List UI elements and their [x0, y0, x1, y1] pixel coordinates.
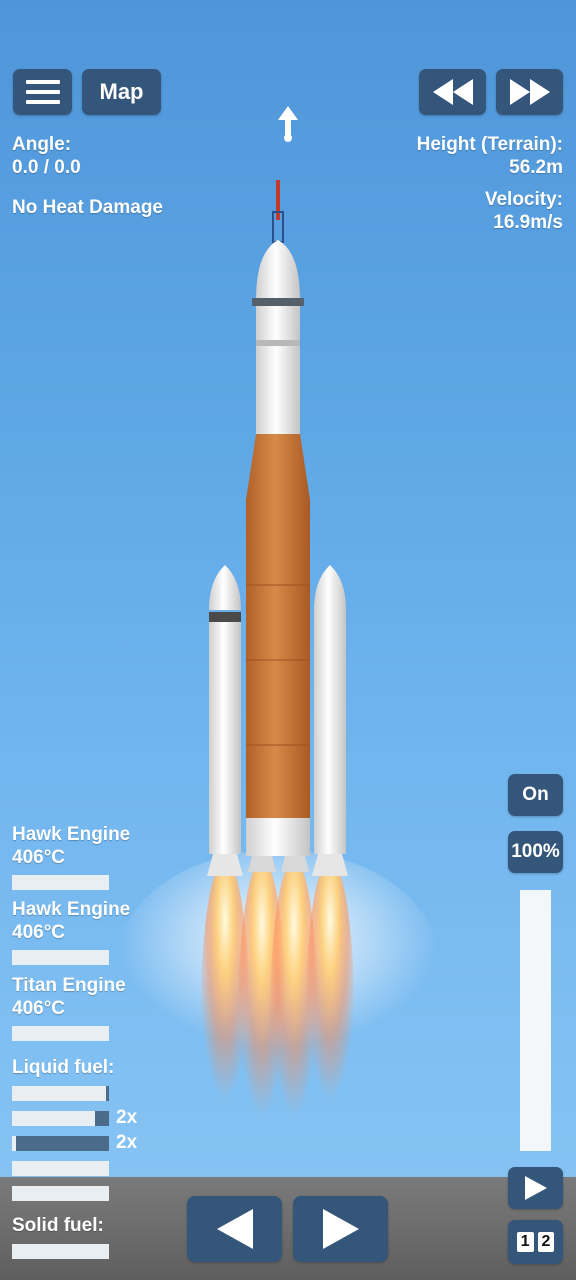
engine-3-heat-bar: [12, 1026, 109, 1041]
fuel-multiplier: 2x: [116, 1132, 138, 1153]
throttle-percent: 100%: [508, 831, 563, 873]
throttle-slider[interactable]: [520, 890, 551, 1151]
solid-fuel-bar: [12, 1244, 109, 1259]
engine-2-temp: 406°C: [12, 922, 66, 943]
liquid-fuel-bar: [12, 1186, 109, 1201]
solid-fuel-label: Solid fuel:: [12, 1215, 104, 1236]
engine-2-name: Hawk Engine: [12, 899, 131, 920]
liquid-fuel-bar: [12, 1161, 109, 1176]
liquid-fuel-bar: [12, 1086, 109, 1101]
liquid-fuel-bar: [12, 1111, 109, 1126]
liquid-fuel-bar: [12, 1136, 109, 1151]
engine-2-heat-bar: [12, 950, 109, 965]
liquid-fuel-label: Liquid fuel:: [12, 1057, 115, 1078]
engine-1-temp: 406°C: [12, 847, 66, 868]
engine-1-heat-bar: [12, 875, 109, 890]
play-icon: [524, 1176, 547, 1200]
fuel-multiplier: 2x: [116, 1107, 138, 1128]
stage-button[interactable]: 1 2: [508, 1220, 563, 1264]
engine-3-name: Titan Engine: [12, 975, 126, 996]
engine-exhaust: [118, 850, 438, 1180]
engine-1-name: Hawk Engine: [12, 824, 131, 845]
rotate-left-icon: [216, 1209, 253, 1249]
engine-on-button[interactable]: On: [508, 774, 563, 816]
throttle-fill: [520, 890, 551, 1151]
play-button[interactable]: [508, 1167, 563, 1209]
engine-3-temp: 406°C: [12, 998, 66, 1019]
rotate-left-button[interactable]: [187, 1196, 282, 1262]
stage-1-label: 1: [516, 1232, 534, 1252]
rotate-right-icon: [322, 1209, 359, 1249]
stage-2-label: 2: [537, 1232, 555, 1252]
rotate-right-button[interactable]: [293, 1196, 388, 1262]
